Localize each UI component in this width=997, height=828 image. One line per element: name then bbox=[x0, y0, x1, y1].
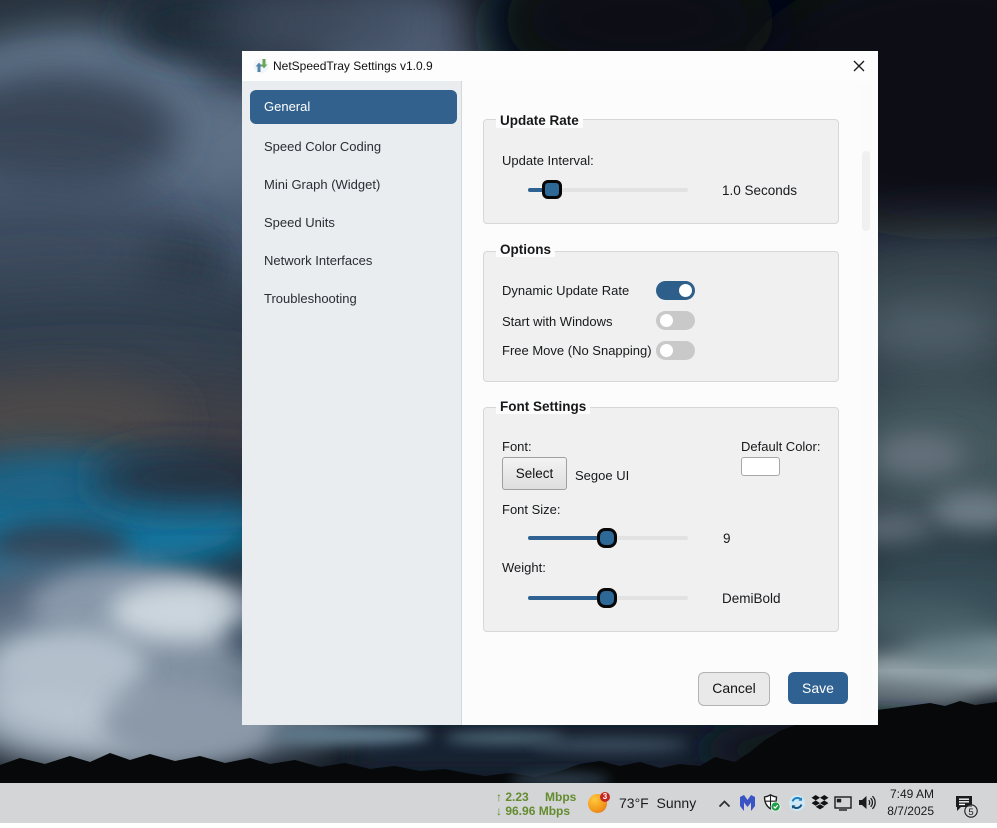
svg-text:5: 5 bbox=[968, 807, 973, 818]
